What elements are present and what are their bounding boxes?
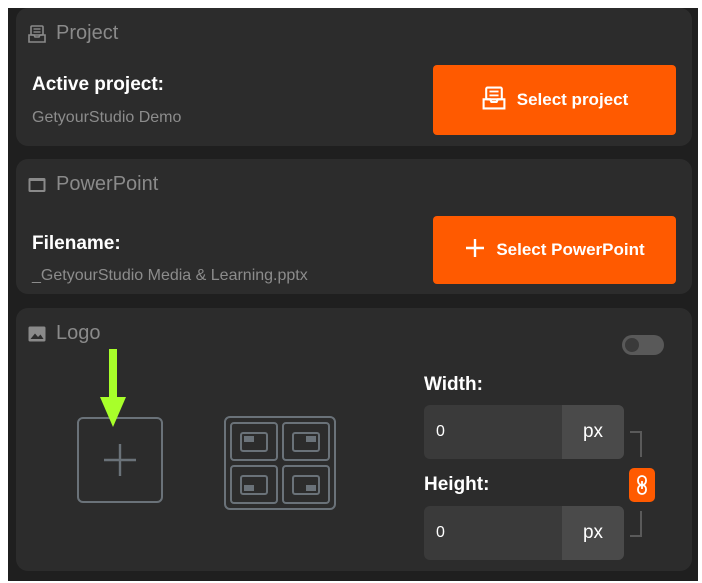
active-project-value: GetyourStudio Demo bbox=[32, 109, 182, 126]
position-top-right-icon bbox=[292, 431, 320, 452]
position-bottom-right-icon bbox=[292, 474, 320, 495]
project-icon bbox=[26, 23, 48, 45]
select-project-button[interactable]: Select project bbox=[433, 65, 676, 135]
active-project-label: Active project: bbox=[32, 74, 164, 95]
height-unit: px bbox=[562, 506, 624, 560]
logo-enable-toggle[interactable] bbox=[622, 335, 664, 355]
logo-card: Logo Width: 0 px Height: 0 px bbox=[16, 308, 692, 571]
add-logo-button[interactable] bbox=[77, 417, 163, 503]
aspect-lock-button[interactable] bbox=[629, 468, 655, 502]
project-card: Project Active project: GetyourStudio De… bbox=[16, 8, 692, 146]
settings-panel: Project Active project: GetyourStudio De… bbox=[8, 8, 698, 581]
plus-icon bbox=[464, 237, 486, 264]
width-field: 0 px bbox=[424, 405, 624, 459]
select-powerpoint-button[interactable]: Select PowerPoint bbox=[433, 216, 676, 284]
project-header-label: Project bbox=[56, 22, 119, 44]
powerpoint-card: PowerPoint Filename: _GetyourStudio Medi… bbox=[16, 159, 692, 294]
position-bottom-left[interactable] bbox=[230, 465, 278, 504]
down-arrow-annotation bbox=[100, 349, 126, 429]
toggle-knob bbox=[625, 338, 639, 352]
position-bottom-left-icon bbox=[240, 474, 268, 495]
select-project-label: Select project bbox=[516, 90, 629, 109]
width-label: Width: bbox=[424, 374, 483, 395]
logo-header: Logo bbox=[26, 322, 101, 345]
project-icon bbox=[481, 85, 507, 116]
select-powerpoint-label: Select PowerPoint bbox=[496, 240, 645, 259]
project-header: Project bbox=[26, 22, 118, 45]
width-input[interactable]: 0 bbox=[424, 405, 562, 459]
height-field: 0 px bbox=[424, 506, 624, 560]
filename-label: Filename: bbox=[32, 233, 121, 254]
plus-icon bbox=[104, 444, 136, 476]
powerpoint-header-label: PowerPoint bbox=[56, 173, 159, 195]
position-top-left[interactable] bbox=[230, 422, 278, 461]
powerpoint-header: PowerPoint bbox=[26, 173, 158, 196]
filename-value: _GetyourStudio Media & Learning.pptx bbox=[32, 267, 308, 284]
image-icon bbox=[26, 323, 48, 345]
height-input[interactable]: 0 bbox=[424, 506, 562, 560]
logo-position-grid bbox=[224, 416, 336, 510]
width-unit: px bbox=[562, 405, 624, 459]
position-top-left-icon bbox=[240, 431, 268, 452]
logo-header-label: Logo bbox=[56, 322, 101, 344]
link-icon bbox=[637, 475, 647, 495]
height-label: Height: bbox=[424, 474, 490, 495]
position-bottom-right[interactable] bbox=[282, 465, 330, 504]
aspect-bracket-bottom bbox=[630, 511, 642, 537]
powerpoint-icon bbox=[26, 174, 48, 196]
aspect-bracket-top bbox=[630, 431, 642, 457]
position-top-right[interactable] bbox=[282, 422, 330, 461]
